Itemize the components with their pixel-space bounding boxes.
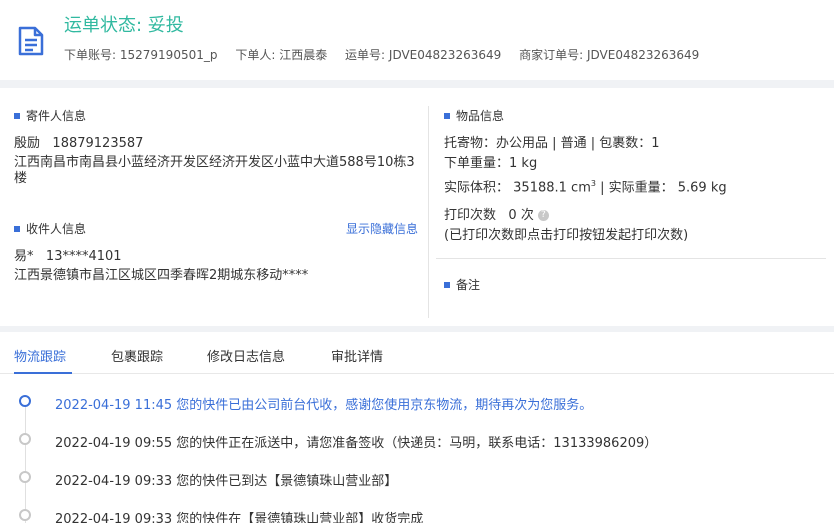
active-tab-indicator	[14, 372, 72, 374]
order-account: 下单账号: 15279190501_p	[64, 48, 218, 62]
sender-section-title: 寄件人信息	[14, 107, 86, 124]
show-hidden-info-link[interactable]: 显示隐藏信息	[346, 220, 418, 237]
waybill-status-title: 运单状态: 妥投	[64, 15, 184, 36]
timeline-dot	[19, 433, 31, 445]
print-count-hint: (已打印次数即点击打印按钮发起打印次数)	[444, 228, 689, 243]
timeline-dot	[19, 471, 31, 483]
section-marker	[14, 225, 20, 232]
remarks-section-title: 备注	[444, 276, 480, 293]
sender-contact: 殷励 18879123587	[14, 136, 143, 152]
actual-volume-weight: 实际体积： 35188.1 cm3 | 实际重量： 5.69 kg	[444, 179, 727, 196]
waybill-header: 运单状态: 妥投 下单账号: 15279190501_p 下单人: 江西晨泰 运…	[0, 0, 834, 80]
receiver-contact: 易* 13****4101	[14, 249, 122, 265]
help-icon[interactable]: ?	[537, 210, 549, 221]
tab-modification-log[interactable]: 修改日志信息	[207, 346, 285, 365]
order-weight: 下单重量：1 kg	[444, 156, 538, 171]
log-entry: 2022-04-19 09:55 您的快件正在派送中，请您准备签收（快递员：马明…	[55, 436, 658, 451]
receiver-phone: 13****4101	[45, 249, 122, 264]
waybill-number: 运单号: JDVE04823263649	[345, 48, 502, 62]
log-entry: 2022-04-19 09:33 您的快件已到达【景德镇珠山营业部】	[55, 474, 398, 489]
timeline-dot	[19, 395, 31, 407]
timeline-dot	[19, 509, 31, 521]
tab-approval-details[interactable]: 审批详情	[331, 346, 383, 365]
receiver-name: 易*	[14, 249, 34, 264]
sender-phone: 18879123587	[52, 136, 144, 151]
receiver-section-title: 收件人信息	[14, 220, 86, 237]
log-tabs: 物流跟踪 包裹跟踪 修改日志信息 审批详情	[0, 336, 834, 374]
tab-package-tracking[interactable]: 包裹跟踪	[111, 346, 163, 365]
document-icon	[18, 26, 44, 56]
column-divider	[428, 106, 429, 318]
sender-name: 殷励	[14, 136, 41, 151]
print-count: 打印次数 0 次?	[444, 208, 549, 224]
log-entry: 2022-04-19 11:45 您的快件已由公司前台代收，感谢您使用京东物流，…	[55, 398, 593, 413]
order-person: 下单人: 江西晨泰	[235, 48, 328, 62]
merchant-order-number: 商家订单号: JDVE04823263649	[519, 48, 700, 62]
log-entry: 2022-04-19 09:33 您的快件在【景德镇珠山营业部】收货完成	[55, 512, 424, 523]
sender-address: 江西南昌市南昌县小蓝经济开发区经济开发区小蓝中大道588号10栋3楼	[14, 155, 415, 186]
info-panel	[0, 88, 834, 326]
section-marker	[444, 112, 450, 119]
timeline-line	[25, 400, 26, 523]
section-marker	[14, 112, 20, 119]
goods-item-line: 托寄物：办公用品 | 普通 | 包裹数：1	[444, 136, 660, 151]
waybill-meta-row: 下单账号: 15279190501_p 下单人: 江西晨泰 运单号: JDVE0…	[64, 46, 713, 63]
goods-section-title: 物品信息	[444, 107, 504, 124]
remarks-divider	[436, 258, 826, 259]
section-marker	[444, 281, 450, 288]
receiver-address: 江西景德镇市昌江区城区四季春晖2期城东移动****	[14, 268, 309, 283]
tab-logistics-tracking[interactable]: 物流跟踪	[14, 346, 66, 365]
